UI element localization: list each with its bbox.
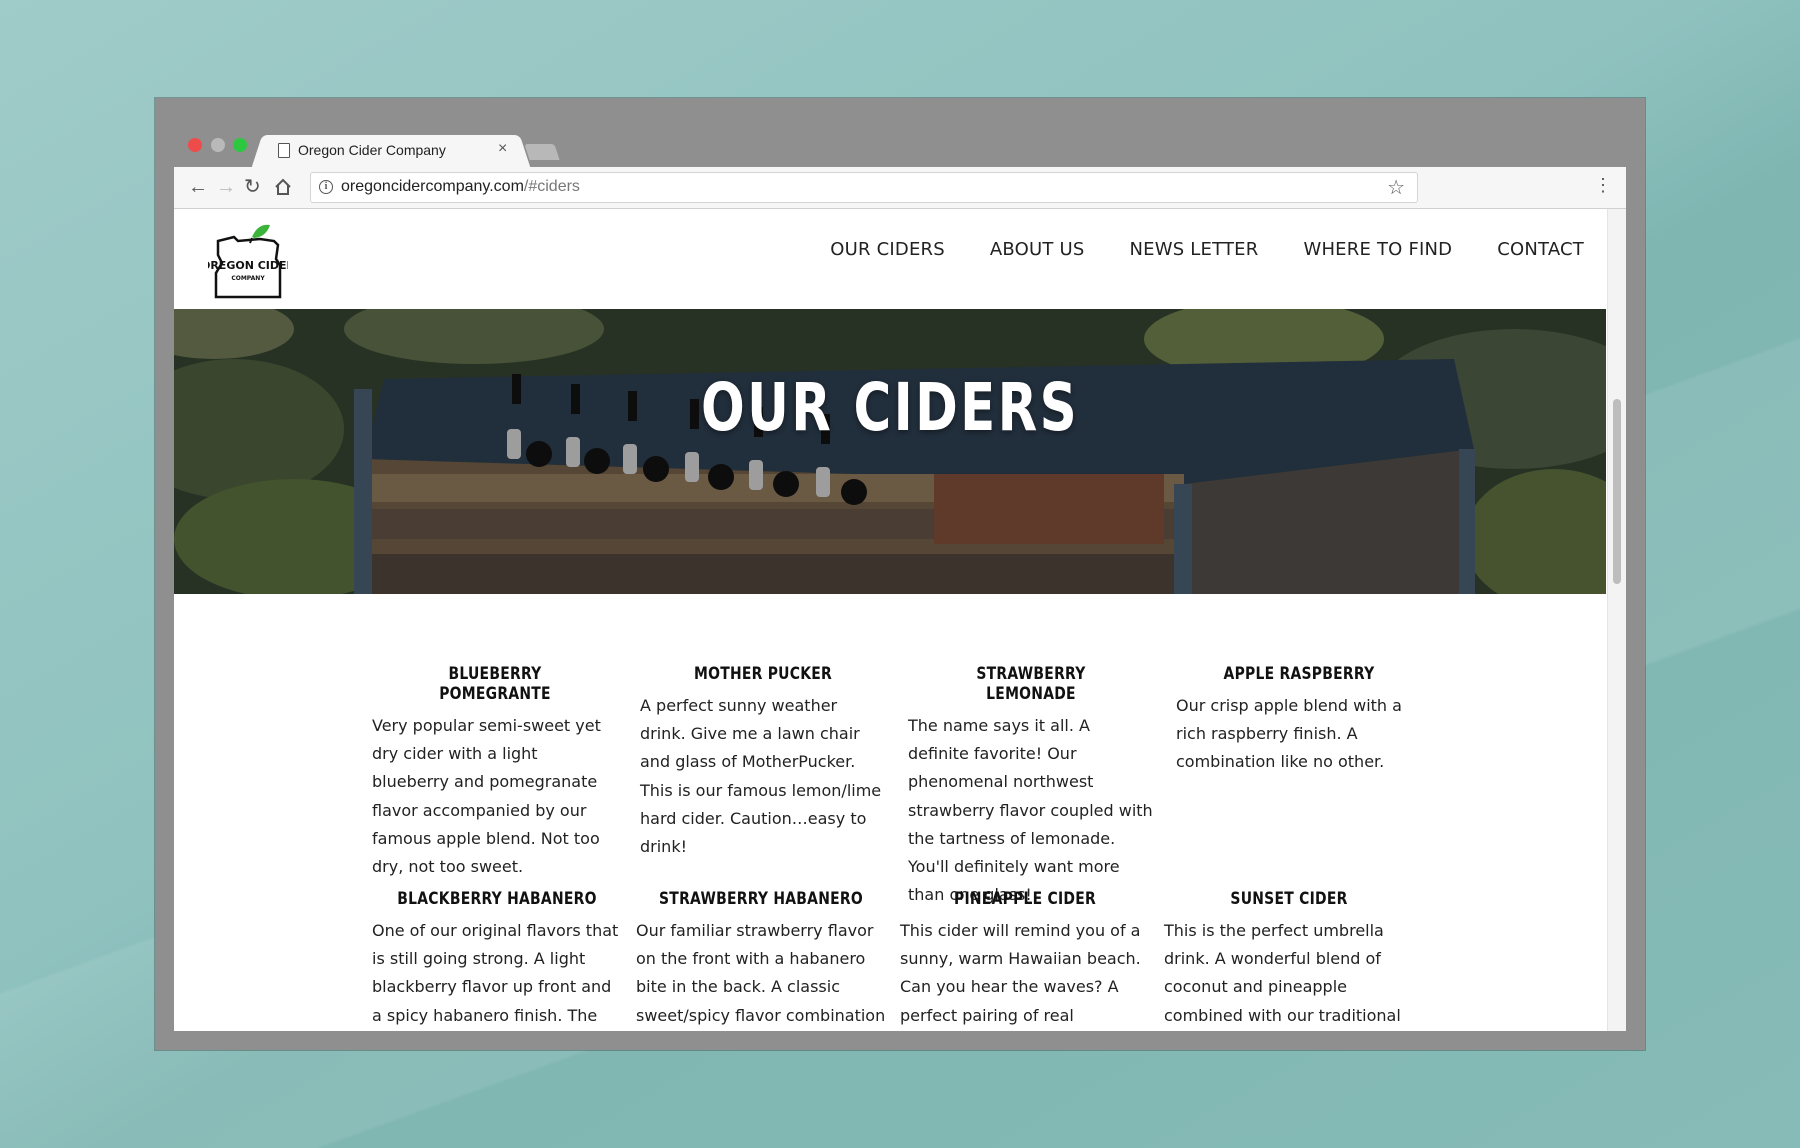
cider-name: STRAWBERRY HABANERO: [659, 889, 863, 909]
back-arrow-icon[interactable]: ←: [188, 175, 208, 199]
cider-card: MOTHER PUCKER A perfect sunny weather dr…: [640, 664, 886, 861]
cider-card: APPLE RASPBERRY Our crisp apple blend wi…: [1176, 664, 1422, 777]
reload-icon[interactable]: ↻: [244, 175, 261, 199]
nav-about-us[interactable]: ABOUT US: [990, 239, 1085, 260]
cider-name: STRAWBERRY LEMONADE: [976, 664, 1086, 704]
nav-contact[interactable]: CONTACT: [1497, 239, 1584, 260]
cider-name: APPLE RASPBERRY: [1223, 664, 1375, 684]
cider-name: BLACKBERRY HABANERO: [397, 889, 597, 909]
cider-description: Our familiar strawberry flavor on the fr…: [636, 921, 886, 1025]
new-tab-button[interactable]: [524, 144, 560, 160]
scroll-thumb[interactable]: [1613, 399, 1621, 584]
cider-description: Our crisp apple blend with a rich raspbe…: [1176, 696, 1402, 772]
cider-name: SUNSET CIDER: [1230, 889, 1348, 909]
nav-where-to-find[interactable]: WHERE TO FIND: [1303, 239, 1452, 260]
cider-card: STRAWBERRY LEMONADE The name says it all…: [908, 664, 1154, 909]
forward-arrow-icon[interactable]: →: [216, 175, 236, 199]
nav-news-letter[interactable]: NEWS LETTER: [1130, 239, 1259, 260]
cider-description: This is the perfect umbrella drink. A wo…: [1164, 921, 1401, 1025]
address-bar[interactable]: i oregoncidercompany.com/#ciders ☆: [310, 172, 1418, 203]
minimize-window-button[interactable]: [211, 138, 225, 152]
close-window-button[interactable]: [188, 138, 202, 152]
maximize-window-button[interactable]: [233, 138, 247, 152]
browser-window: Oregon Cider Company × ← → ↻ i oregoncid…: [155, 98, 1645, 1050]
cider-card: SUNSET CIDER This is the perfect umbrell…: [1164, 889, 1414, 1030]
page-viewport: OREGON CIDER COMPANY OUR CIDERS ABOUT US…: [174, 209, 1626, 1031]
browser-menu-icon[interactable]: ⋮: [1594, 175, 1612, 195]
cider-card: BLUEBERRY POMEGRANTE Very popular semi-s…: [372, 664, 618, 881]
bookmark-star-icon[interactable]: ☆: [1387, 175, 1405, 200]
cider-name: BLUEBERRY POMEGRANTE: [439, 664, 551, 704]
cider-description: Very popular semi-sweet yet dry cider wi…: [372, 716, 601, 877]
nav-our-ciders[interactable]: OUR CIDERS: [830, 239, 945, 260]
cider-name: PINEAPPLE CIDER: [953, 889, 1097, 909]
cider-name: MOTHER PUCKER: [693, 664, 833, 684]
browser-toolbar: ← → ↻ i oregoncidercompany.com/#ciders ☆…: [174, 167, 1626, 209]
svg-text:OREGON CIDER: OREGON CIDER: [208, 259, 288, 272]
main-nav: OUR CIDERS ABOUT US NEWS LETTER WHERE TO…: [830, 239, 1584, 260]
cider-description: A perfect sunny weather drink. Give me a…: [640, 696, 882, 857]
home-icon[interactable]: [274, 175, 292, 202]
info-icon[interactable]: i: [319, 180, 333, 194]
cider-description: The name says it all. A definite favorit…: [908, 716, 1153, 905]
page-icon: [278, 143, 290, 158]
cider-card: BLACKBERRY HABANERO One of our original …: [372, 889, 622, 1030]
cider-description: This cider will remind you of a sunny, w…: [900, 921, 1141, 1025]
oregon-cider-logo[interactable]: OREGON CIDER COMPANY: [201, 219, 296, 303]
cider-card: STRAWBERRY HABANERO Our familiar strawbe…: [636, 889, 886, 1031]
tab-close-icon[interactable]: ×: [498, 140, 507, 158]
svg-text:COMPANY: COMPANY: [231, 275, 265, 282]
cider-description: One of our original flavors that is stil…: [372, 921, 619, 1025]
scrollbar[interactable]: [1607, 209, 1626, 1031]
hero-image: [174, 309, 1606, 594]
url-text[interactable]: oregoncidercompany.com/#ciders: [341, 178, 580, 196]
site-header: OREGON CIDER COMPANY OUR CIDERS ABOUT US…: [174, 209, 1606, 309]
hero-title: OUR CIDERS: [700, 369, 1080, 446]
tab-title: Oregon Cider Company: [298, 142, 446, 158]
cider-card: PINEAPPLE CIDER This cider will remind y…: [900, 889, 1150, 1031]
hero-banner: OUR CIDERS: [174, 309, 1606, 594]
